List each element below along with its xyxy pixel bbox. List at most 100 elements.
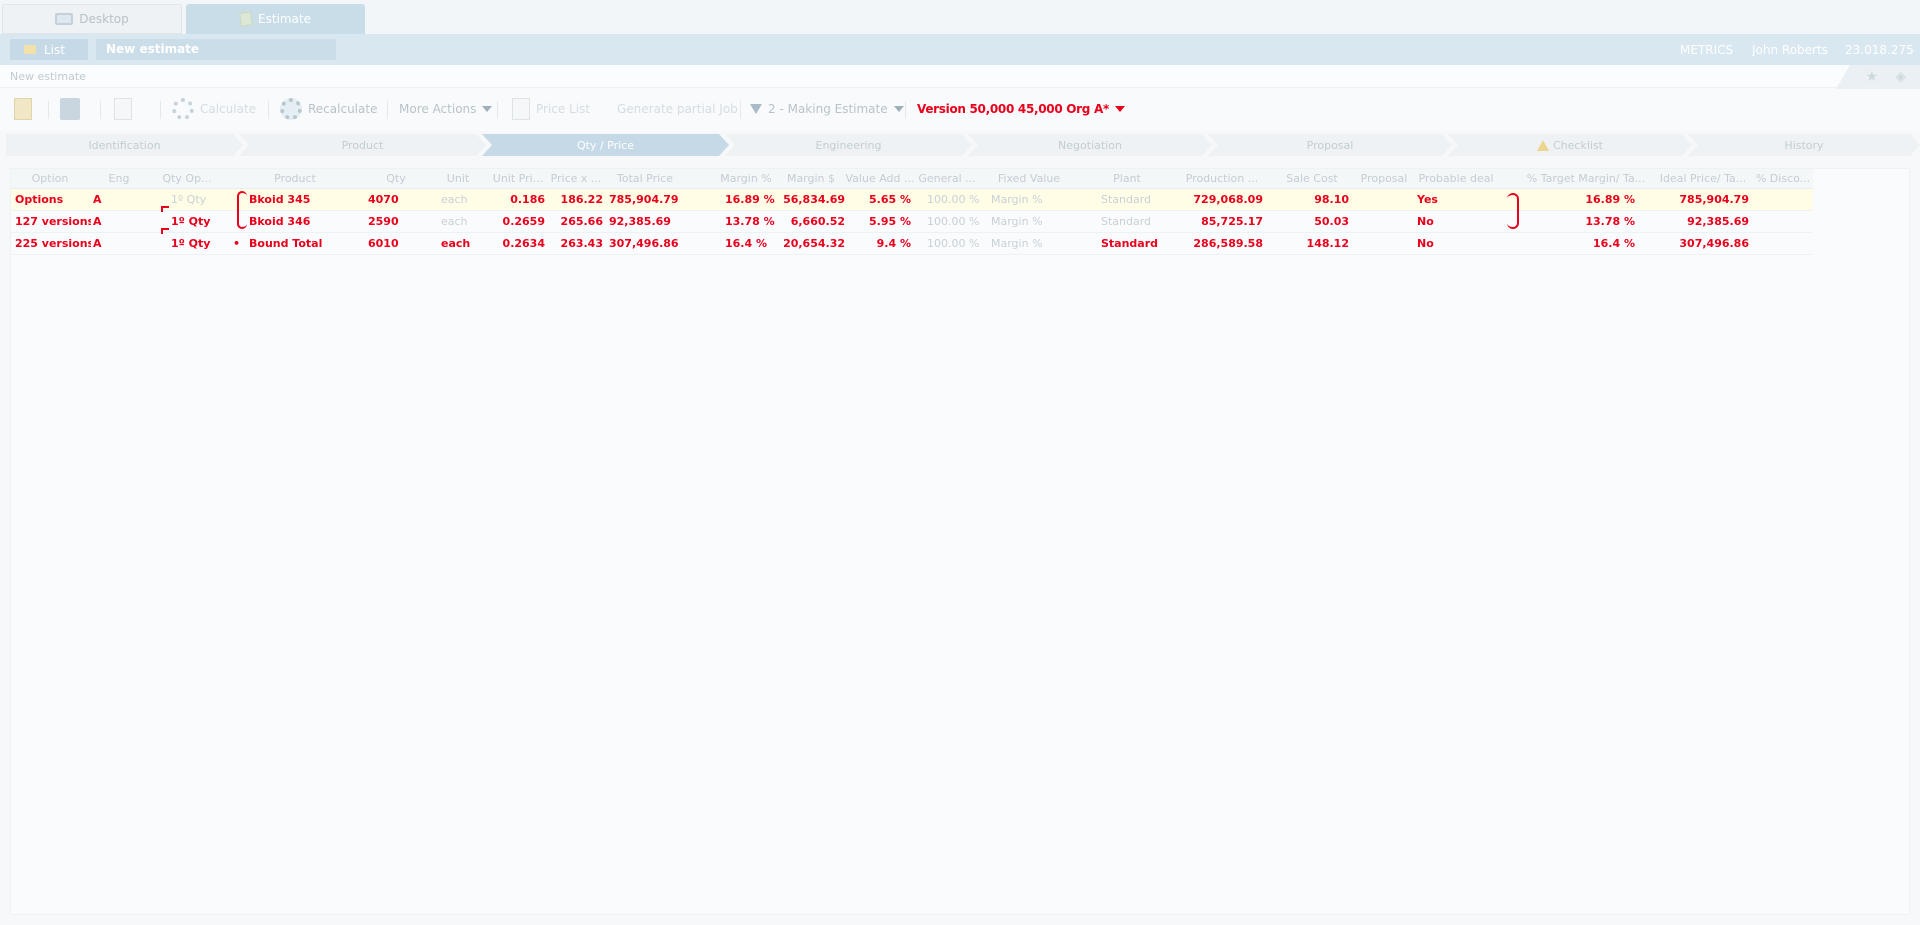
column-header-total-price[interactable]: Total Price xyxy=(605,172,685,185)
cell-value-add: 5.95 % xyxy=(869,215,911,228)
cell-total-price: 92,385.69 xyxy=(609,215,671,228)
favorites-panel xyxy=(1836,65,1920,89)
column-header-product[interactable]: Product xyxy=(225,172,365,185)
column-header-sale-cost[interactable]: Sale Cost xyxy=(1269,172,1355,185)
status-dropdown[interactable]: 2 - Making Estimate xyxy=(750,97,904,121)
column-header-price-x[interactable]: Price x ... xyxy=(547,172,605,185)
top-tab-bar: Desktop Estimate xyxy=(0,0,1920,34)
cell-plant: Standard xyxy=(1101,215,1152,228)
estimate-icon xyxy=(239,11,253,27)
cell-total-price: 785,904.79 xyxy=(609,193,679,206)
column-header-qty-option[interactable]: Qty Op... xyxy=(149,172,225,185)
cell-qty: 6010 xyxy=(368,237,399,250)
column-header-value-add[interactable]: Value Add ... xyxy=(845,172,915,185)
column-header-plant[interactable]: Plant xyxy=(1079,172,1175,185)
cell-unit: each xyxy=(441,237,471,250)
step-label: Proposal xyxy=(1306,138,1354,152)
step-label: History xyxy=(1784,138,1824,152)
cell-unit-price: 0.2659 xyxy=(502,215,545,228)
cell-fixed-value: Margin % xyxy=(991,237,1043,250)
toolbar-divider xyxy=(740,101,741,119)
tag-icon[interactable]: ◈ xyxy=(1895,69,1906,85)
chevron-down-icon xyxy=(1114,106,1125,112)
column-header-probable-deal[interactable]: Probable deal xyxy=(1413,172,1499,185)
annotation-mark xyxy=(161,206,169,212)
cell-target-margin: 13.78 % xyxy=(1585,215,1635,228)
column-header-ideal-price[interactable]: Ideal Price/ Ta... xyxy=(1653,172,1753,185)
cell-sale-cost: 98.10 xyxy=(1314,193,1349,206)
cell-option: Options xyxy=(15,193,64,206)
column-header-unit[interactable]: Unit xyxy=(427,172,489,185)
star-icon[interactable]: ★ xyxy=(1865,69,1878,85)
table-row[interactable]: 127 versions A 1º Qty Bkoid 346 2590 eac… xyxy=(11,211,1813,233)
column-header-production[interactable]: Production ... xyxy=(1175,172,1269,185)
cell-target-margin: 16.89 % xyxy=(1585,193,1635,206)
cell-probable-deal: No xyxy=(1417,237,1434,250)
column-header-target-margin[interactable]: % Target Margin/ Ta... xyxy=(1519,172,1653,185)
more-actions-label: More Actions xyxy=(399,102,477,116)
cell-plant: Standard xyxy=(1101,193,1152,206)
calculate-button[interactable]: Calculate xyxy=(172,97,256,121)
more-actions-dropdown[interactable]: More Actions xyxy=(399,97,493,121)
cell-sale-cost: 50.03 xyxy=(1314,215,1349,228)
cell-product: Bkoid 346 xyxy=(249,215,311,228)
recalculate-button[interactable]: Recalculate xyxy=(280,97,377,121)
cell-production: 85,725.17 xyxy=(1201,215,1263,228)
list-button[interactable]: List xyxy=(10,39,88,60)
column-header-discount[interactable]: % Disco... xyxy=(1753,172,1813,185)
column-header-margin-usd[interactable]: Margin $ xyxy=(777,172,845,185)
cell-ideal-price: 307,496.86 xyxy=(1679,237,1749,250)
column-header-eng[interactable]: Eng xyxy=(89,172,149,185)
cell-general: 100.00 % xyxy=(927,237,980,250)
price-list-button[interactable]: Price List xyxy=(512,97,590,121)
column-header-margin-pct[interactable]: Margin % xyxy=(715,172,777,185)
new-document-button[interactable] xyxy=(14,97,32,121)
cell-product: Bound Total xyxy=(249,237,323,250)
cell-fixed-value: Margin % xyxy=(991,215,1043,228)
column-header-unit-price[interactable]: Unit Pri... xyxy=(489,172,547,185)
cell-unit-price: 0.2634 xyxy=(502,237,545,250)
copy-button[interactable] xyxy=(114,97,132,121)
cell-qty: 2590 xyxy=(368,215,399,228)
cell-option: 127 versions xyxy=(15,215,91,228)
save-button[interactable] xyxy=(60,97,80,121)
step-identification[interactable]: Identification xyxy=(6,134,243,156)
cell-qty-option: 1º Qty xyxy=(171,237,211,250)
column-header-proposal[interactable]: Proposal xyxy=(1355,172,1413,185)
column-header-fixed-value[interactable]: Fixed Value xyxy=(979,172,1079,185)
version-selector[interactable]: Version 50,000 45,000 Org A* xyxy=(917,97,1125,121)
cell-general: 100.00 % xyxy=(927,193,980,206)
step-product[interactable]: Product xyxy=(239,134,486,156)
step-qty-price[interactable]: Qty / Price xyxy=(482,134,729,156)
step-checklist[interactable]: Checklist xyxy=(1448,134,1692,156)
user-name[interactable]: John Roberts xyxy=(1752,43,1828,57)
step-proposal[interactable]: Proposal xyxy=(1208,134,1452,156)
step-negotiation[interactable]: Negotiation xyxy=(968,134,1212,156)
bullet-icon: • xyxy=(233,237,241,250)
grid-header: Option Eng Qty Op... Product Qty Unit Un… xyxy=(11,169,1813,189)
toolbar-divider xyxy=(100,101,101,119)
column-header-general[interactable]: General ... xyxy=(915,172,979,185)
annotation-brace-left xyxy=(237,191,247,229)
estimate-grid: Option Eng Qty Op... Product Qty Unit Un… xyxy=(10,168,1910,915)
column-header-qty[interactable]: Qty xyxy=(365,172,427,185)
cell-value-add: 9.4 % xyxy=(876,237,911,250)
generate-partial-job-label: Generate partial Job xyxy=(617,102,738,116)
tab-desktop[interactable]: Desktop xyxy=(2,4,182,34)
generate-partial-job-button[interactable]: Generate partial Job xyxy=(617,97,738,121)
cell-margin-usd: 6,660.52 xyxy=(790,215,845,228)
cell-qty-option: 1º Qty xyxy=(171,215,211,228)
cell-eng: A xyxy=(93,237,102,250)
step-label: Engineering xyxy=(815,138,882,152)
recalculate-label: Recalculate xyxy=(308,102,378,116)
table-row[interactable]: Options A 1º Qty Bkoid 345 4070 each 0.1… xyxy=(11,189,1813,211)
tab-estimate[interactable]: Estimate xyxy=(186,4,365,34)
step-history[interactable]: History xyxy=(1688,134,1920,156)
version-selector-label: Version 50,000 45,000 Org A* xyxy=(917,102,1109,116)
metrics-link[interactable]: METRICS xyxy=(1680,43,1733,57)
table-row[interactable]: 225 versions A 1º Qty • Bound Total 6010… xyxy=(11,233,1813,255)
step-label: Qty / Price xyxy=(576,138,634,152)
cell-eng: A xyxy=(93,215,102,228)
step-engineering[interactable]: Engineering xyxy=(725,134,972,156)
column-header-option[interactable]: Option xyxy=(11,172,89,185)
